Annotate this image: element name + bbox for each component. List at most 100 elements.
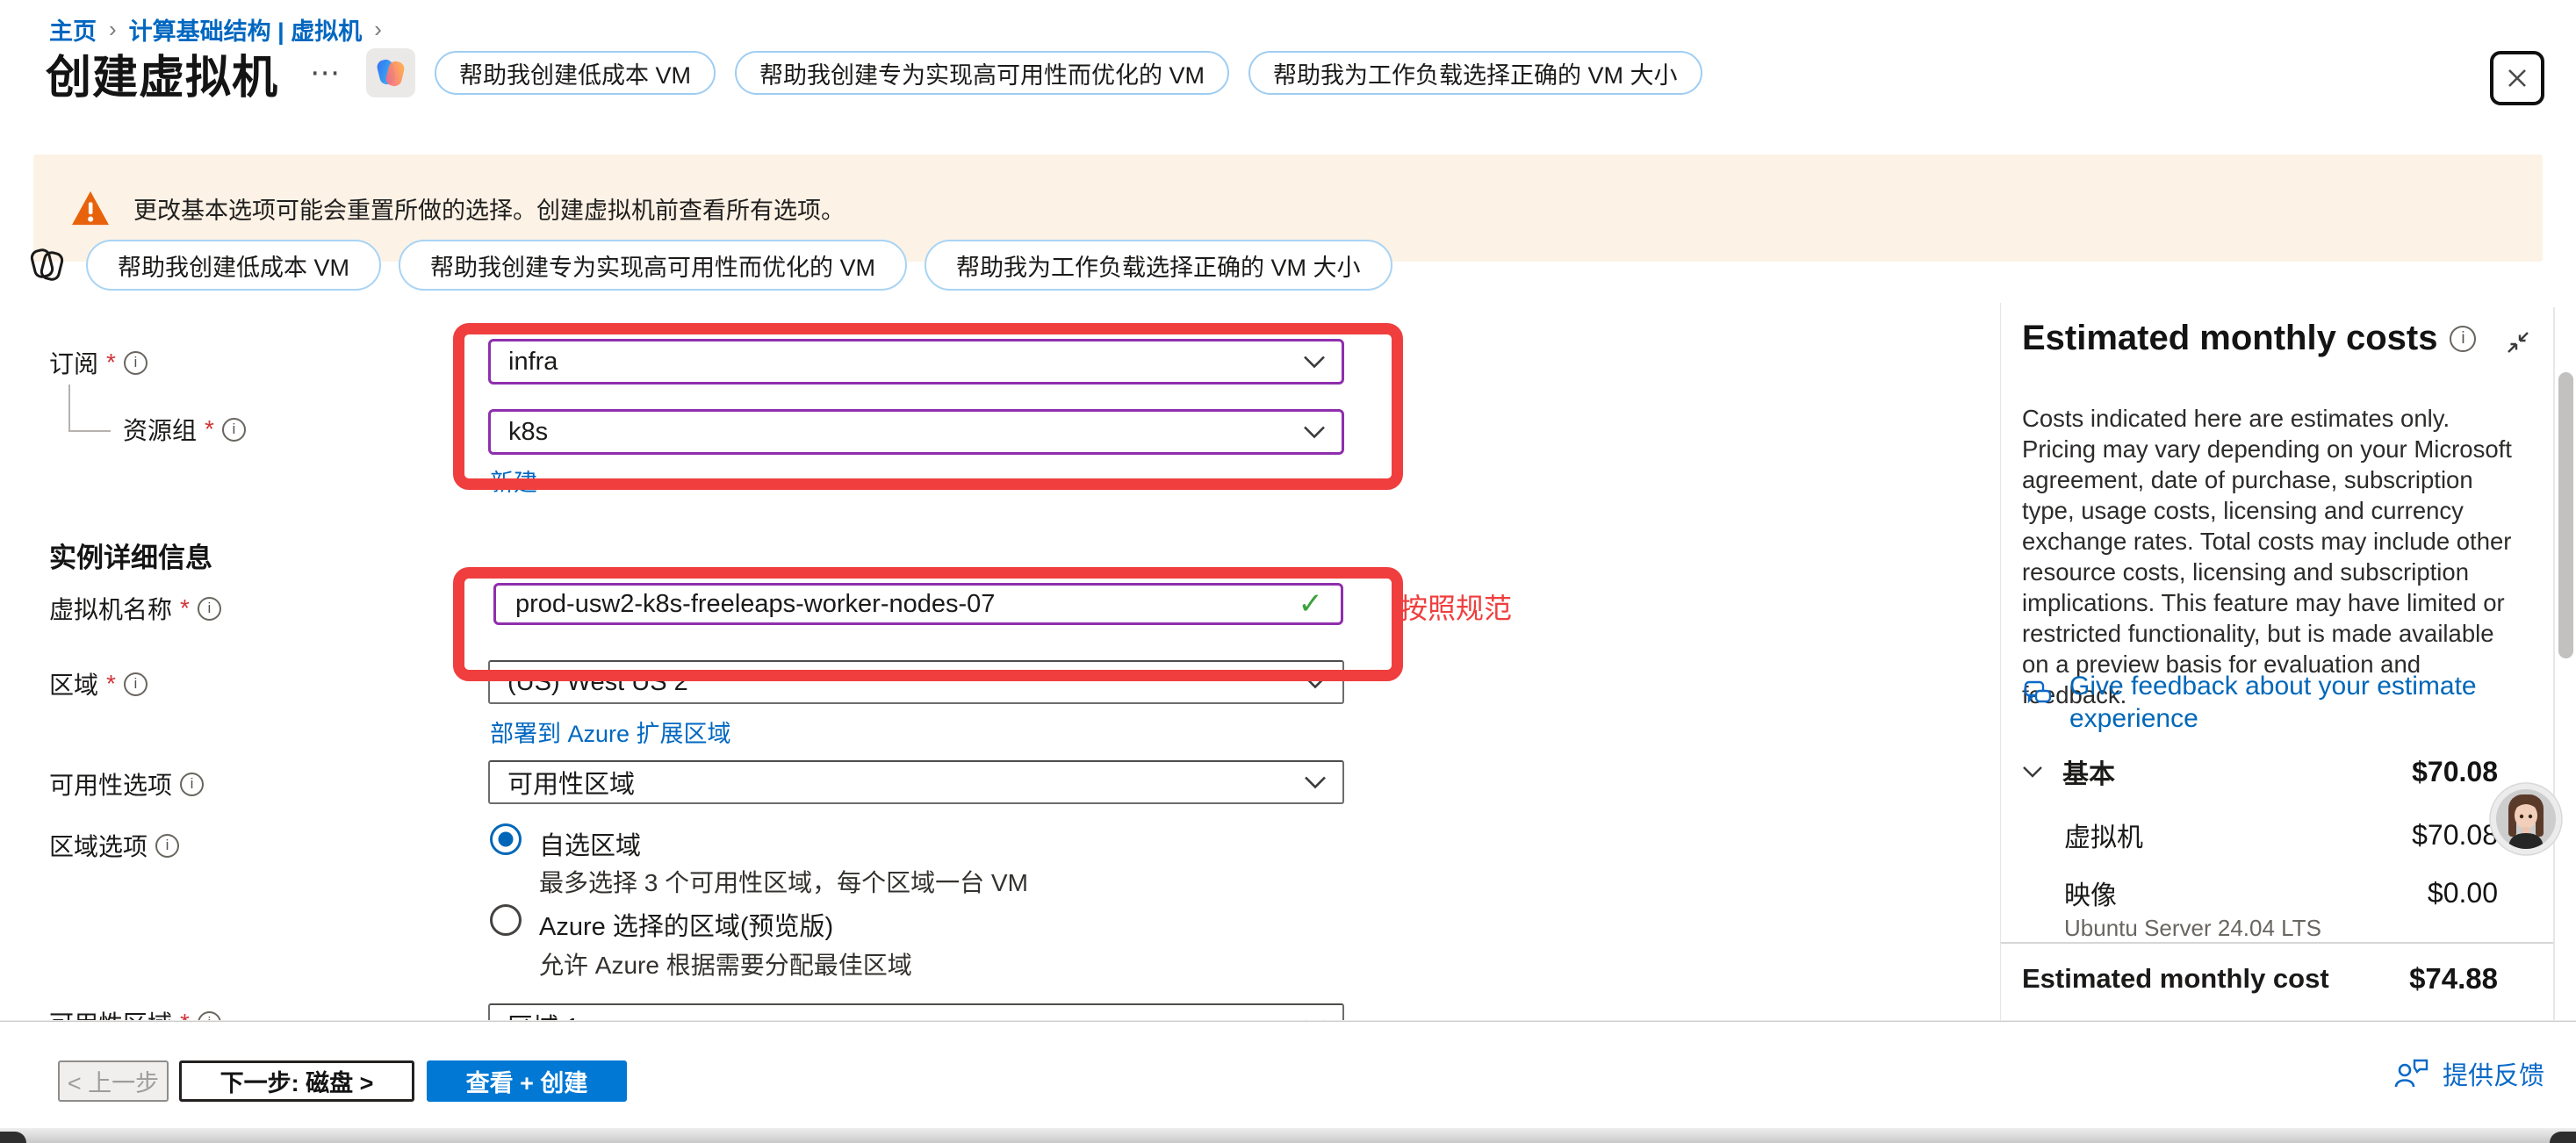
chevron-down-icon: [1303, 356, 1326, 369]
estimate-feedback-link[interactable]: Give feedback about your estimate experi…: [2022, 670, 2496, 735]
info-icon[interactable]: i: [124, 672, 148, 696]
give-feedback-link-text: 提供反馈: [2443, 1055, 2544, 1092]
copilot-toolbar: 帮助我创建低成本 VM 帮助我创建专为实现高可用性而优化的 VM 帮助我为工作负…: [26, 239, 1392, 291]
next-disks-button[interactable]: 下一步: 磁盘 >: [179, 1060, 414, 1102]
copilot-suggestion-high-availability[interactable]: 帮助我创建专为实现高可用性而优化的 VM: [735, 51, 1229, 95]
vm-name-label: 虚拟机名称 * i: [49, 593, 221, 623]
resource-group-label: 资源组 * i: [123, 414, 246, 444]
instance-details-heading: 实例详细信息: [49, 536, 212, 575]
toolbar-suggestion-vm-size[interactable]: 帮助我为工作负载选择正确的 VM 大小: [925, 240, 1392, 291]
cost-item-row: 虚拟机 $70.08: [2022, 817, 2498, 852]
window-corner: [2550, 1132, 2576, 1143]
region-label-text: 区域: [49, 666, 98, 701]
footer-bar: < 上一步 下一步: 磁盘 > 查看 + 创建 提供反馈: [0, 1021, 2576, 1129]
radio-self-selected-zones-label[interactable]: 自选区域: [539, 825, 641, 862]
resource-group-value: k8s: [508, 418, 548, 447]
region-value: (US) West US 2: [507, 668, 688, 697]
create-vm-page: 主页 › 计算基础结构 | 虚拟机 › 创建虚拟机 ⋯ 帮助我创建低成本: [0, 0, 2576, 1143]
copilot-suggestion-low-cost[interactable]: 帮助我创建低成本 VM: [435, 51, 716, 95]
info-icon[interactable]: i: [2450, 326, 2476, 352]
feedback-person-icon: [2393, 1057, 2430, 1090]
subscription-dropdown[interactable]: infra: [488, 339, 1344, 385]
required-marker: *: [106, 349, 116, 377]
toolbar-suggestion-high-availability[interactable]: 帮助我创建专为实现高可用性而优化的 VM: [399, 240, 907, 291]
availability-options-value: 可用性区域: [507, 764, 635, 801]
cost-group-name: 基本: [2062, 752, 2115, 791]
region-label: 区域 * i: [49, 669, 148, 699]
costs-panel-header: Estimated monthly costs i: [2022, 319, 2476, 358]
cost-item-name: 虚拟机: [2064, 816, 2143, 854]
info-icon[interactable]: i: [198, 597, 221, 621]
availability-options-label: 可用性选项 i: [49, 769, 204, 799]
vm-name-annotation: 按照规范: [1400, 586, 1512, 627]
more-options-icon[interactable]: ⋯: [310, 55, 342, 90]
review-create-button[interactable]: 查看 + 创建: [427, 1060, 627, 1102]
chevron-right-icon: ›: [109, 16, 117, 43]
costs-panel-title: Estimated monthly costs: [2022, 319, 2437, 358]
chevron-down-icon: [2022, 766, 2043, 778]
warning-message: 更改基本选项可能会重置所做的选择。创建虚拟机前查看所有选项。: [133, 191, 845, 226]
required-marker: *: [106, 670, 116, 698]
warning-icon: [70, 190, 111, 226]
info-icon[interactable]: i: [180, 773, 204, 796]
resource-group-dropdown[interactable]: k8s: [488, 409, 1344, 455]
zone-options-label: 区域选项 i: [49, 830, 179, 860]
region-dropdown[interactable]: (US) West US 2: [488, 660, 1344, 704]
vm-name-input[interactable]: prod-usw2-k8s-freeleaps-worker-nodes-07 …: [493, 583, 1343, 625]
radio-azure-selected-zones[interactable]: [490, 904, 522, 936]
give-feedback-link[interactable]: 提供反馈: [2393, 1055, 2544, 1092]
chevron-down-icon: [1303, 426, 1326, 439]
info-icon[interactable]: i: [222, 418, 246, 442]
chevron-down-icon: [1304, 676, 1327, 689]
scrollbar-thumb[interactable]: [2558, 372, 2573, 658]
vm-name-value: prod-usw2-k8s-freeleaps-worker-nodes-07: [515, 590, 995, 619]
close-icon: [2504, 65, 2530, 91]
toolbar-suggestion-low-cost[interactable]: 帮助我创建低成本 VM: [86, 240, 381, 291]
copilot-suggestion-vm-size[interactable]: 帮助我为工作负载选择正确的 VM 大小: [1248, 51, 1702, 95]
estimated-costs-panel: Estimated monthly costs i Costs indicate…: [2000, 303, 2576, 1021]
assistant-avatar[interactable]: [2489, 782, 2563, 856]
copilot-logo-icon: [373, 55, 408, 90]
availability-options-dropdown[interactable]: 可用性区域: [488, 760, 1344, 804]
subscription-label: 订阅 * i: [49, 348, 148, 377]
info-icon[interactable]: i: [155, 834, 179, 858]
chevron-right-icon: ›: [374, 16, 382, 43]
radio-azure-selected-zones-description: 允许 Azure 根据需要分配最佳区域: [539, 946, 912, 981]
subscription-value: infra: [508, 348, 558, 377]
close-button[interactable]: [2490, 51, 2544, 105]
subscription-label-text: 订阅: [49, 345, 98, 380]
cost-total-label: Estimated monthly cost: [2022, 963, 2329, 995]
cost-item-amount: $70.08: [2412, 819, 2498, 852]
page-header: 创建虚拟机 ⋯ 帮助我创建低成本 VM 帮助我创建专为实现高可用性而优化的 VM…: [46, 46, 1702, 100]
resource-group-label-text: 资源组: [123, 412, 197, 447]
cost-item-detail: Ubuntu Server 24.04 LTS: [2064, 915, 2321, 942]
vm-name-label-text: 虚拟机名称: [49, 591, 172, 626]
radio-self-selected-zones-description: 最多选择 3 个可用性区域，每个区域一台 VM: [539, 864, 1028, 899]
feedback-bubbles-icon: [2022, 677, 2057, 712]
window-bottom-strip: [0, 1128, 2576, 1143]
copilot-outline-icon[interactable]: [26, 243, 68, 287]
collapse-panel-icon[interactable]: [2503, 327, 2533, 357]
page-title: 创建虚拟机: [46, 40, 278, 106]
cost-item-row: 映像 $0.00: [2022, 875, 2498, 910]
cost-total-amount: $74.88: [2409, 962, 2498, 996]
scrollbar-track: [2553, 307, 2555, 1021]
create-new-resource-group-link[interactable]: 新建: [490, 464, 537, 498]
cost-total-row: Estimated monthly cost $74.88: [2022, 960, 2498, 998]
info-icon[interactable]: i: [124, 351, 148, 375]
cost-group-row[interactable]: 基本 $70.08: [2022, 754, 2498, 789]
radio-azure-selected-zones-label[interactable]: Azure 选择的区域(预览版): [539, 906, 833, 943]
estimate-feedback-link-text: Give feedback about your estimate experi…: [2069, 670, 2496, 735]
valid-check-icon: ✓: [1299, 586, 1324, 622]
avatar-image: [2489, 782, 2563, 856]
tree-connector-line: [68, 385, 111, 432]
cost-item-name: 映像: [2064, 873, 2117, 912]
costs-disclaimer-text: Costs indicated here are estimates only.…: [2022, 403, 2512, 710]
copilot-icon[interactable]: [366, 48, 415, 97]
divider: [2001, 942, 2554, 944]
radio-self-selected-zones[interactable]: [490, 823, 522, 855]
edge-zone-link[interactable]: 部署到 Azure 扩展区域: [490, 715, 731, 749]
chevron-down-icon: [1304, 776, 1327, 789]
required-marker: *: [180, 594, 190, 622]
availability-options-label-text: 可用性选项: [49, 766, 172, 802]
